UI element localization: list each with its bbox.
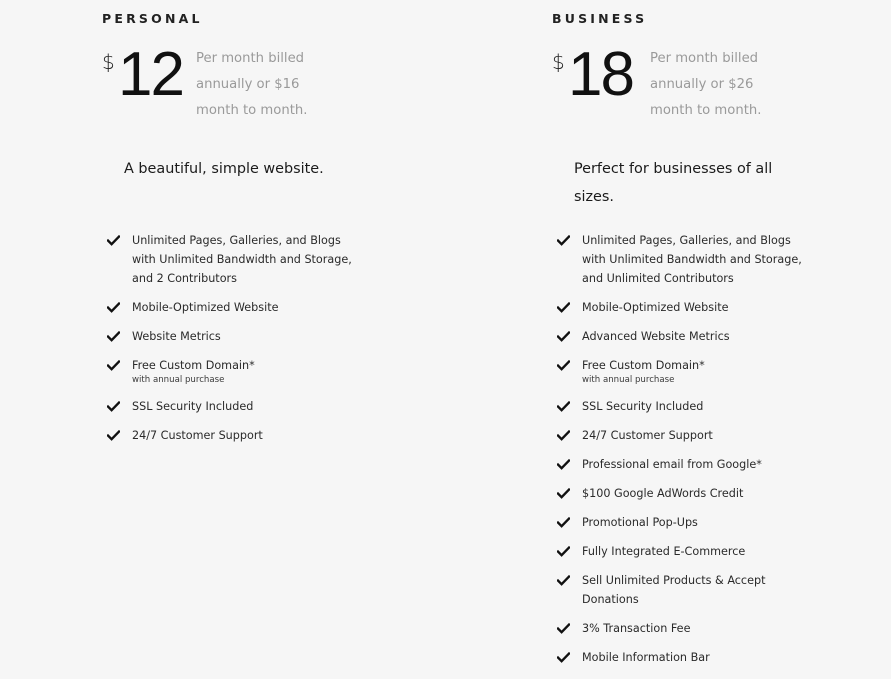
feature-text: Website Metrics xyxy=(132,330,221,343)
feature-item: Unlimited Pages, Galleries, and Blogs wi… xyxy=(107,231,427,288)
check-icon xyxy=(557,302,570,313)
feature-text: 24/7 Customer Support xyxy=(582,429,713,442)
feature-text: Unlimited Pages, Galleries, and Blogs wi… xyxy=(132,234,352,285)
feature-item: Mobile-Optimized Website xyxy=(557,298,877,317)
price-amount: 18 xyxy=(568,40,635,109)
billing-note: Per month billed annually or $16 month t… xyxy=(196,51,308,118)
feature-text: Unlimited Pages, Galleries, and Blogs wi… xyxy=(582,234,802,285)
currency-symbol: $ xyxy=(102,50,115,74)
feature-item: 24/7 Customer Support xyxy=(557,426,877,445)
pricing-page: PERSONAL $ 12 Per month billed annually … xyxy=(0,0,891,679)
check-icon xyxy=(557,459,570,470)
check-icon xyxy=(557,235,570,246)
feature-list: Unlimited Pages, Galleries, and Blogs wi… xyxy=(107,231,427,455)
feature-text: Mobile-Optimized Website xyxy=(132,301,279,314)
check-icon xyxy=(557,488,570,499)
plan-name: PERSONAL xyxy=(102,11,203,26)
feature-text: Fully Integrated E-Commerce xyxy=(582,545,746,558)
feature-text: SSL Security Included xyxy=(132,400,254,413)
check-icon xyxy=(107,430,120,441)
price-amount: 12 xyxy=(118,40,185,109)
check-icon xyxy=(557,652,570,663)
plan-tagline: A beautiful, simple website. xyxy=(124,161,324,177)
feature-item: SSL Security Included xyxy=(557,397,877,416)
feature-text: 24/7 Customer Support xyxy=(132,429,263,442)
feature-item: Unlimited Pages, Galleries, and Blogs wi… xyxy=(557,231,877,288)
billing-note: Per month billed annually or $26 month t… xyxy=(650,51,762,118)
feature-item: SSL Security Included xyxy=(107,397,427,416)
check-icon xyxy=(107,235,120,246)
check-icon xyxy=(557,575,570,586)
check-icon xyxy=(557,401,570,412)
check-icon xyxy=(557,517,570,528)
feature-text: Professional email from Google* xyxy=(582,458,762,471)
feature-text: $100 Google AdWords Credit xyxy=(582,487,744,500)
plan-tagline: Perfect for businesses of all sizes. xyxy=(574,161,773,205)
plan-name: BUSINESS xyxy=(552,11,648,26)
check-icon xyxy=(557,623,570,634)
check-icon xyxy=(557,331,570,342)
feature-text: Free Custom Domain* xyxy=(132,359,255,372)
feature-item: 3% Transaction Fee xyxy=(557,619,877,638)
feature-text: Mobile Information Bar xyxy=(582,651,710,664)
check-icon xyxy=(557,546,570,557)
feature-text: Promotional Pop-Ups xyxy=(582,516,698,529)
feature-text: 3% Transaction Fee xyxy=(582,622,691,635)
feature-item: $100 Google AdWords Credit xyxy=(557,484,877,503)
currency-symbol: $ xyxy=(552,50,565,74)
feature-item: Free Custom Domain* with annual purchase xyxy=(557,356,877,387)
feature-item: Sell Unlimited Products & Accept Donatio… xyxy=(557,571,877,609)
feature-item: Mobile-Optimized Website xyxy=(107,298,427,317)
check-icon xyxy=(107,401,120,412)
feature-item: Free Custom Domain* with annual purchase xyxy=(107,356,427,387)
feature-text: Sell Unlimited Products & Accept Donatio… xyxy=(582,574,766,606)
feature-item: Promotional Pop-Ups xyxy=(557,513,877,532)
feature-note: with annual purchase xyxy=(582,375,675,385)
feature-item: 24/7 Customer Support xyxy=(107,426,427,445)
check-icon xyxy=(107,302,120,313)
feature-text: Advanced Website Metrics xyxy=(582,330,730,343)
feature-list: Unlimited Pages, Galleries, and Blogs wi… xyxy=(557,231,877,677)
feature-text: Mobile-Optimized Website xyxy=(582,301,729,314)
feature-item: Website Metrics xyxy=(107,327,427,346)
feature-item: Professional email from Google* xyxy=(557,455,877,474)
feature-item: Mobile Information Bar xyxy=(557,648,877,667)
check-icon xyxy=(557,430,570,441)
check-icon xyxy=(557,360,570,371)
feature-item: Fully Integrated E-Commerce xyxy=(557,542,877,561)
feature-text: Free Custom Domain* xyxy=(582,359,705,372)
feature-text: SSL Security Included xyxy=(582,400,704,413)
check-icon xyxy=(107,331,120,342)
feature-note: with annual purchase xyxy=(132,375,225,385)
check-icon xyxy=(107,360,120,371)
feature-item: Advanced Website Metrics xyxy=(557,327,877,346)
